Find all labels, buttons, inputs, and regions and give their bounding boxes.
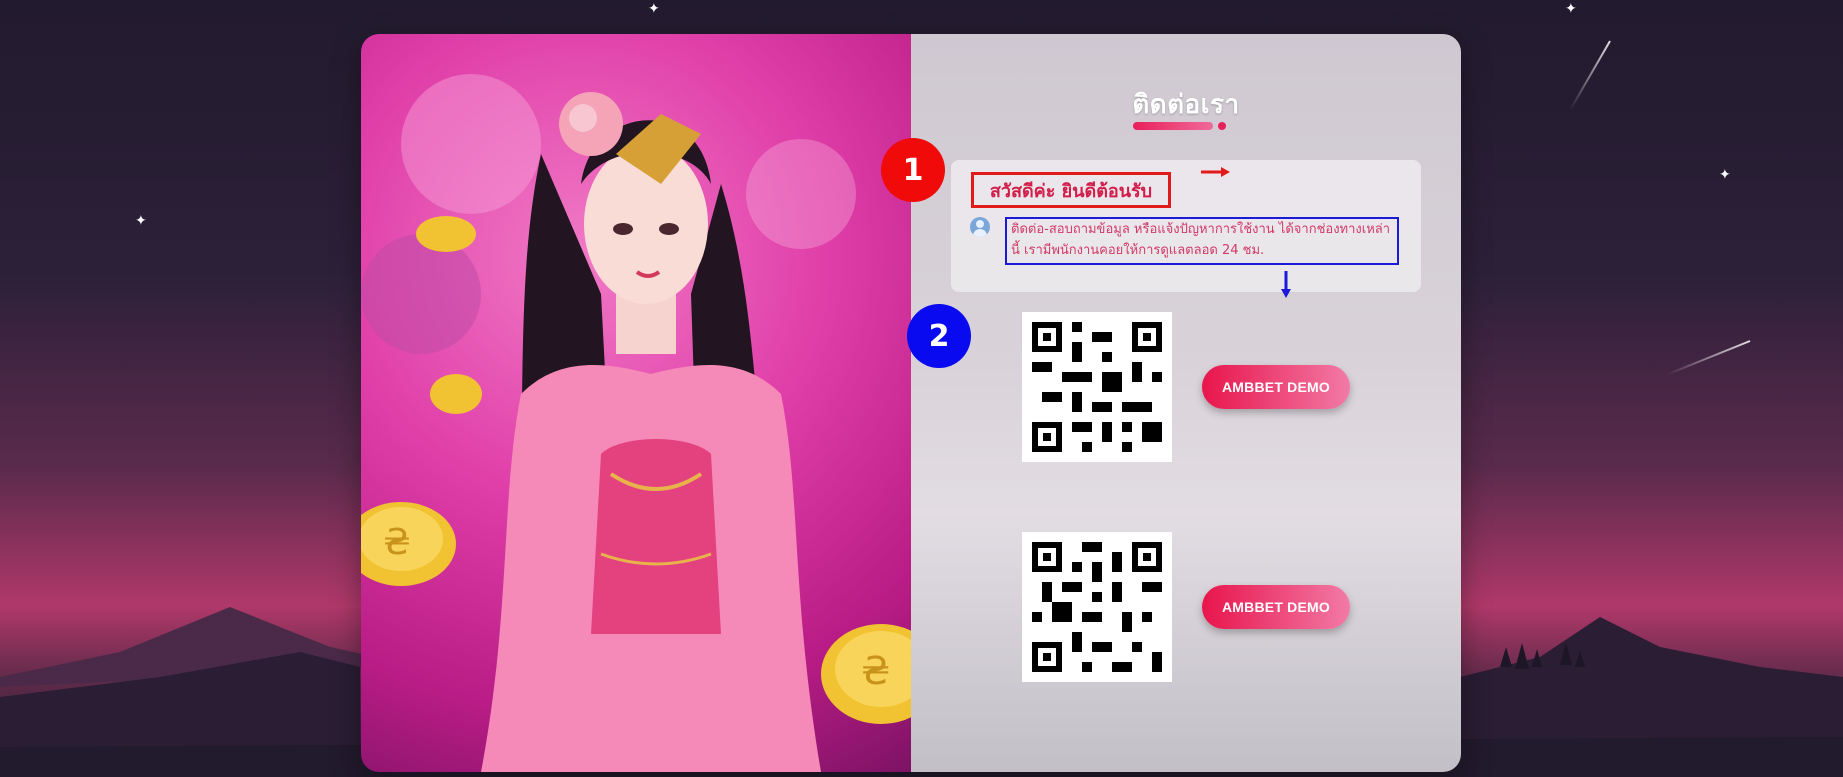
annotation-arrows	[1201, 167, 1291, 298]
annotation-marker-1: 1	[881, 138, 945, 202]
annotation-marker-2: 2	[907, 304, 971, 368]
